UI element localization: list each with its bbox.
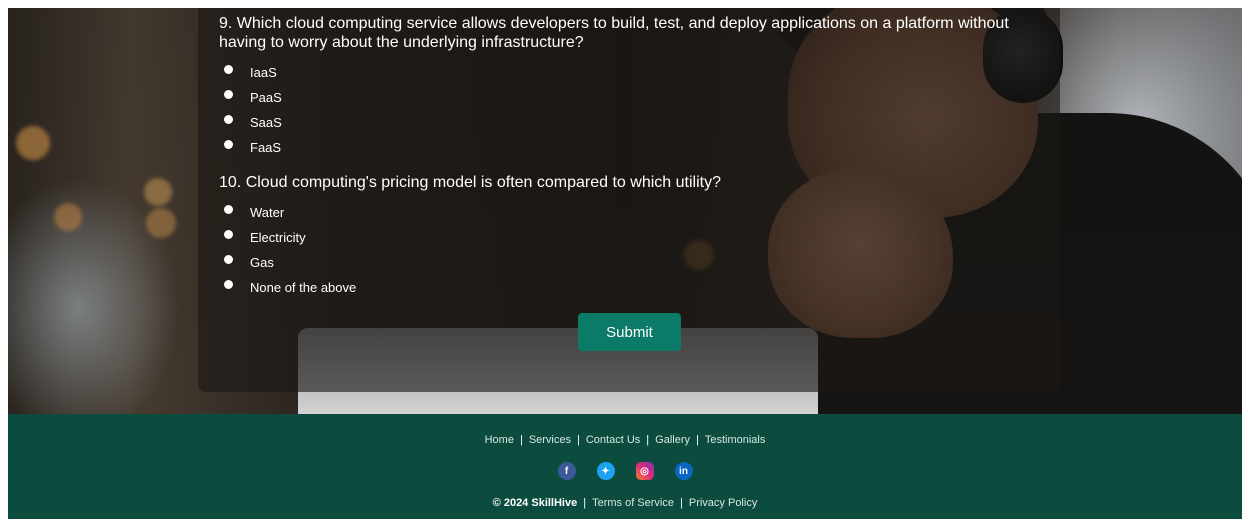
radio-button[interactable] — [224, 205, 233, 214]
instagram-icon[interactable]: ◎ — [635, 462, 654, 480]
radio-button[interactable] — [224, 230, 233, 239]
radio-button[interactable] — [224, 115, 233, 124]
terms-link[interactable]: Terms of Service — [592, 497, 674, 509]
separator: | — [646, 434, 650, 446]
option-label: PaaS — [250, 90, 282, 105]
separator: | — [519, 434, 523, 446]
social-links: f ✦ ◎ in — [8, 462, 1242, 480]
option-water[interactable]: Water — [224, 200, 356, 225]
question-9-options: IaaS PaaS SaaS FaaS — [224, 60, 282, 160]
footer-link-contact[interactable]: Contact Us — [586, 434, 640, 446]
option-saas[interactable]: SaaS — [224, 110, 282, 135]
footer-link-testimonials[interactable]: Testimonials — [705, 434, 766, 446]
separator: | — [577, 434, 580, 446]
radio-button[interactable] — [224, 255, 233, 264]
page-frame: 9. Which cloud computing service allows … — [8, 8, 1242, 519]
separator: | — [695, 434, 699, 446]
footer-bottom: © 2024 SkillHive | Terms of Service | Privac… — [8, 497, 1242, 509]
question-10-text: 10. Cloud computing's pricing model is o… — [219, 174, 721, 191]
radio-button[interactable] — [224, 280, 233, 289]
option-paas[interactable]: PaaS — [224, 85, 282, 110]
footer-link-home[interactable]: Home — [485, 434, 514, 446]
separator: | — [680, 497, 683, 509]
question-10-options: Water Electricity Gas None of the above — [224, 200, 356, 300]
option-label: None of the above — [250, 280, 357, 295]
option-none[interactable]: None of the above — [224, 275, 356, 300]
radio-button[interactable] — [224, 140, 233, 149]
copyright-text: © 2024 SkillHive — [492, 497, 578, 509]
privacy-link[interactable]: Privacy Policy — [689, 497, 757, 509]
option-electricity[interactable]: Electricity — [224, 225, 356, 250]
separator: | — [583, 497, 587, 509]
option-label: FaaS — [250, 140, 282, 155]
radio-button[interactable] — [224, 90, 233, 99]
option-label: IaaS — [250, 65, 277, 80]
option-iaas[interactable]: IaaS — [224, 60, 282, 85]
footer-nav: Home | Services | Contact Us | Gallery | Testimo… — [8, 434, 1242, 446]
option-label: SaaS — [250, 115, 282, 130]
option-label: Water — [250, 205, 285, 220]
linkedin-icon[interactable]: in — [674, 462, 693, 480]
footer-link-gallery[interactable]: Gallery — [655, 434, 690, 446]
option-faas[interactable]: FaaS — [224, 135, 282, 160]
footer-link-services[interactable]: Services — [529, 434, 571, 446]
twitter-icon[interactable]: ✦ — [596, 462, 615, 480]
option-label: Electricity — [250, 230, 306, 245]
option-label: Gas — [250, 255, 274, 270]
option-gas[interactable]: Gas — [224, 250, 356, 275]
facebook-icon[interactable]: f — [557, 462, 576, 480]
footer: Home | Services | Contact Us | Gallery | Testimo… — [8, 414, 1242, 519]
radio-button[interactable] — [224, 65, 233, 74]
submit-button[interactable]: Submit — [578, 313, 681, 351]
question-9-text: 9. Which cloud computing service allows … — [219, 15, 1009, 51]
